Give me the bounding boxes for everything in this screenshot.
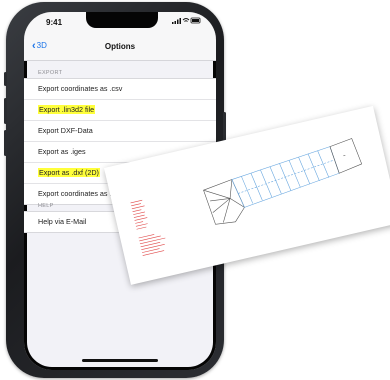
- drawing-stair-flight: [231, 146, 340, 208]
- drawing-winder: [203, 179, 245, 225]
- list-item-export-dxf[interactable]: Export DXF-Data: [24, 121, 216, 142]
- drawing-landing: [329, 138, 363, 174]
- volume-up-button: [4, 98, 7, 124]
- list-item-export-csv[interactable]: Export coordinates as .csv: [24, 79, 216, 100]
- list-item-export-lin3d2[interactable]: Export .lin3d2 file: [24, 100, 216, 121]
- list-item-label: Export as .iges: [38, 147, 86, 156]
- status-time: 9:41: [46, 18, 63, 27]
- drawing-annotations: [130, 199, 166, 256]
- list-item-label: Export DXF-Data: [38, 126, 93, 135]
- list-item-label: Help via E-Mail: [38, 217, 87, 226]
- notch: [86, 12, 158, 28]
- navigation-bar: ‹ 3D Options: [24, 34, 216, 61]
- section-header-export: EXPORT: [38, 70, 63, 76]
- list-item-label: Export coordinates as .csv: [38, 84, 123, 93]
- signal-wifi-battery-icon: [172, 17, 201, 24]
- page-title: Options: [104, 42, 136, 51]
- home-indicator: [82, 359, 158, 362]
- mute-switch: [4, 72, 7, 86]
- list-item-label: Export .lin3d2 file: [38, 105, 96, 114]
- volume-down-button: [4, 130, 7, 156]
- status-icons: [172, 17, 202, 26]
- list-item-label: Export as .dxf (2D): [38, 168, 100, 177]
- section-header-help: HELP: [38, 203, 54, 209]
